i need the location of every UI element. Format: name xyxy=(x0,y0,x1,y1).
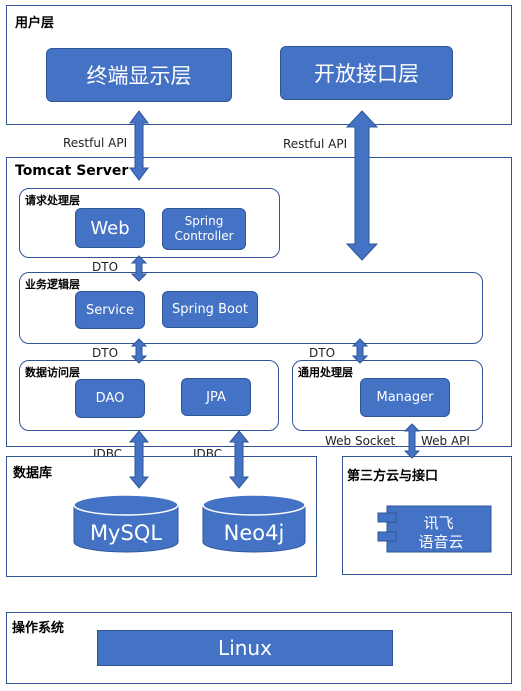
double-arrow-dto-2 xyxy=(130,338,148,364)
double-arrow-terminal-tomcat xyxy=(129,110,149,181)
double-arrow-dto-3 xyxy=(351,338,369,364)
double-arrow-dto-1 xyxy=(130,255,148,282)
xunfei-component: 讯飞 语音云 xyxy=(377,505,492,553)
xunfei-label: 讯飞 语音云 xyxy=(418,514,463,551)
diagram-overlay: MySQL Neo4j 讯飞 语音云 xyxy=(73,110,492,553)
mysql-cylinder: MySQL xyxy=(73,494,179,553)
double-arrow-jdbc-neo4j xyxy=(228,430,250,489)
neo4j-cylinder: Neo4j xyxy=(202,494,306,553)
double-arrow-openapi-tomcat xyxy=(345,110,379,261)
mysql-label: MySQL xyxy=(90,521,162,545)
neo4j-label: Neo4j xyxy=(224,521,285,545)
double-arrow-jdbc-mysql xyxy=(128,430,150,489)
double-arrow-manager-thirdparty xyxy=(403,423,421,459)
